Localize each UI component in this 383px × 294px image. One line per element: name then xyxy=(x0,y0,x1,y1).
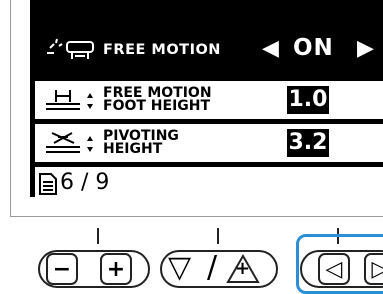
button-marker-1 xyxy=(97,228,99,244)
minus-icon: − xyxy=(52,256,72,282)
pivoting-height-value: 3.2 xyxy=(287,129,329,157)
slash-separator: / xyxy=(207,250,218,285)
minus-button[interactable]: − xyxy=(46,253,78,285)
free-motion-value: ON xyxy=(293,35,334,61)
free-motion-header: FREE MOTION xyxy=(44,37,221,63)
header-right-arrow-icon[interactable]: ▶ xyxy=(357,36,374,61)
pivoting-foot-icon xyxy=(46,132,93,153)
foot-height-label: FREE MOTION FOOT HEIGHT xyxy=(103,86,212,114)
free-motion-label: FREE MOTION xyxy=(103,42,221,58)
page-indicator: 6 / 9 xyxy=(60,170,110,195)
presser-foot-height-icon xyxy=(46,90,93,110)
enter-plus-symbol: + xyxy=(235,258,251,279)
header-left-arrow-icon[interactable]: ◀ xyxy=(262,36,279,61)
free-motion-mode-icon xyxy=(47,38,94,59)
selection-highlight xyxy=(296,234,383,294)
foot-height-label-line2: FOOT HEIGHT xyxy=(103,98,211,114)
pivoting-height-label: PIVOTING HEIGHT xyxy=(103,129,179,157)
foot-height-value: 1.0 xyxy=(287,86,329,114)
down-triangle-icon[interactable]: ▽ xyxy=(168,250,191,285)
page-icon xyxy=(39,173,57,195)
plus-button[interactable]: + xyxy=(100,253,132,285)
pivoting-height-label-line2: HEIGHT xyxy=(103,141,163,157)
plus-icon: + xyxy=(106,256,126,282)
button-marker-2 xyxy=(217,228,219,244)
